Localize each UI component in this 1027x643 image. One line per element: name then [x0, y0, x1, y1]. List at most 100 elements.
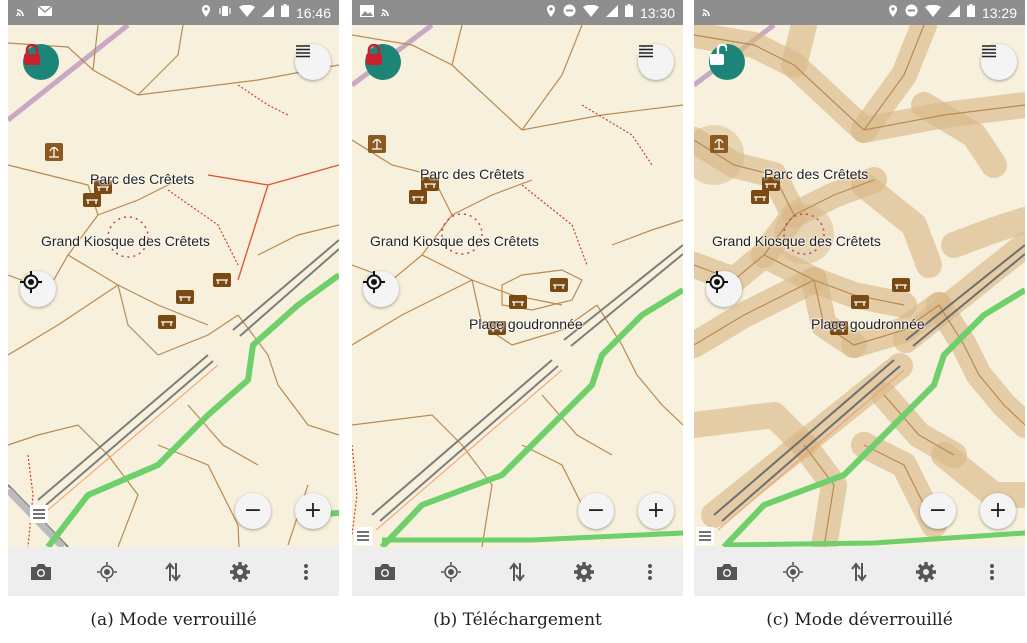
fountain-icon [45, 143, 63, 161]
zoom-in-button[interactable]: + [638, 493, 674, 529]
bench-icon [83, 193, 101, 207]
map-view[interactable]: Parc des Crêtets Grand Kiosque des Crête… [694, 25, 1025, 547]
battery-icon [966, 4, 975, 21]
signal-icon [947, 4, 960, 21]
padlock-closed-icon [24, 44, 40, 65]
status-time: 13:30 [639, 4, 675, 21]
more-vert-icon[interactable] [637, 559, 663, 585]
signal-icon [261, 4, 274, 21]
gps-icon[interactable] [94, 559, 120, 585]
menu-lines-icon [639, 45, 653, 58]
bench-icon [550, 278, 568, 292]
camera-icon[interactable] [28, 559, 54, 585]
map-label-park: Parc des Crêtets [764, 166, 869, 182]
status-time: 16:46 [295, 4, 331, 21]
battery-icon [624, 4, 633, 21]
fountain-icon [710, 135, 728, 153]
status-bar: 16:46 [8, 0, 339, 25]
settings-icon[interactable] [913, 559, 939, 585]
location-pin-icon [888, 4, 898, 22]
bottom-toolbar [352, 547, 683, 596]
wifi-icon [582, 4, 599, 21]
map-label-park: Parc des Crêtets [90, 171, 195, 187]
map-label-kiosk: Grand Kiosque des Crêtets [41, 233, 210, 249]
map-label-kiosk: Grand Kiosque des Crêtets [712, 233, 881, 249]
map-canvas [352, 25, 683, 547]
status-bar: 13:30 [352, 0, 683, 25]
gps-icon[interactable] [780, 559, 806, 585]
image-icon [360, 4, 374, 21]
caption-mode-deverrouille: (c) Mode déverrouillé [766, 610, 953, 630]
map-canvas [8, 25, 339, 547]
center-location-button[interactable] [20, 271, 56, 307]
map-view[interactable]: Parc des Crêtets Grand Kiosque des Crête… [352, 25, 683, 547]
cast-icon [16, 5, 30, 21]
camera-icon[interactable] [372, 559, 398, 585]
bench-icon [176, 290, 194, 304]
more-vert-icon[interactable] [293, 559, 319, 585]
list-icon [30, 505, 48, 523]
caption-telechargement: (b) Téléchargement [433, 610, 602, 630]
cast-icon [381, 5, 395, 21]
bench-icon [851, 295, 869, 309]
phone-screen-mode-verrouille: 16:46 Parc des Crêtets Grand Kiosque des… [8, 0, 339, 596]
map-label-kiosk: Grand Kiosque des Crêtets [370, 233, 539, 249]
bottom-toolbar [694, 547, 1025, 596]
map-view[interactable]: Parc des Crêtets Grand Kiosque des Crête… [8, 25, 339, 547]
map-label-square: Place goudronnée [469, 316, 583, 332]
gps-icon[interactable] [438, 559, 464, 585]
gps-target-icon [20, 271, 42, 293]
zoom-out-button[interactable]: − [235, 493, 271, 529]
list-icon [354, 527, 372, 545]
cast-icon [702, 5, 716, 21]
transfer-arrows-icon[interactable] [846, 559, 872, 585]
settings-icon[interactable] [571, 559, 597, 585]
location-pin-icon [201, 4, 211, 22]
bench-icon [158, 315, 176, 329]
status-time: 13:29 [981, 4, 1017, 21]
center-location-button[interactable] [706, 271, 742, 307]
phone-screen-mode-deverrouille: 13:29 Parc des Crêtets Grand Kiosque des… [694, 0, 1025, 596]
settings-icon[interactable] [227, 559, 253, 585]
map-label-square: Place goudronnée [811, 316, 925, 332]
location-pin-icon [546, 4, 556, 22]
gps-target-icon [706, 271, 728, 293]
padlock-open-icon [710, 44, 727, 65]
do-not-disturb-icon [905, 4, 918, 21]
bottom-toolbar [8, 547, 339, 596]
layers-menu-button[interactable] [981, 44, 1017, 80]
zoom-out-button[interactable]: − [578, 493, 614, 529]
layers-menu-button[interactable] [638, 44, 674, 80]
layers-menu-button[interactable] [295, 44, 331, 80]
padlock-closed-icon [366, 44, 382, 65]
menu-lines-icon [982, 45, 996, 58]
lock-toggle-button[interactable] [709, 44, 745, 80]
lock-toggle-button[interactable] [365, 44, 401, 80]
phone-screen-telechargement: 13:30 Parc des Crêtets Grand Kiosque des… [352, 0, 683, 596]
lock-toggle-button[interactable] [23, 44, 59, 80]
camera-icon[interactable] [714, 559, 740, 585]
zoom-in-button[interactable]: + [295, 493, 331, 529]
mail-icon [37, 4, 53, 21]
list-icon [696, 527, 714, 545]
fountain-icon [368, 135, 386, 153]
bench-icon [892, 278, 910, 292]
status-bar: 13:29 [694, 0, 1025, 25]
center-location-button[interactable] [363, 271, 399, 307]
bench-icon [509, 295, 527, 309]
transfer-arrows-icon[interactable] [160, 559, 186, 585]
menu-lines-icon [296, 45, 310, 58]
gps-target-icon [363, 271, 385, 293]
bench-icon [751, 190, 769, 204]
wifi-icon [238, 4, 255, 21]
do-not-disturb-icon [563, 4, 576, 21]
zoom-in-button[interactable]: + [980, 493, 1016, 529]
transfer-arrows-icon[interactable] [504, 559, 530, 585]
wifi-icon [924, 4, 941, 21]
zoom-out-button[interactable]: − [920, 493, 956, 529]
signal-icon [605, 4, 618, 21]
battery-icon [280, 4, 289, 21]
more-vert-icon[interactable] [979, 559, 1005, 585]
bench-icon [213, 273, 231, 287]
caption-mode-verrouille: (a) Mode verrouillé [90, 610, 257, 630]
